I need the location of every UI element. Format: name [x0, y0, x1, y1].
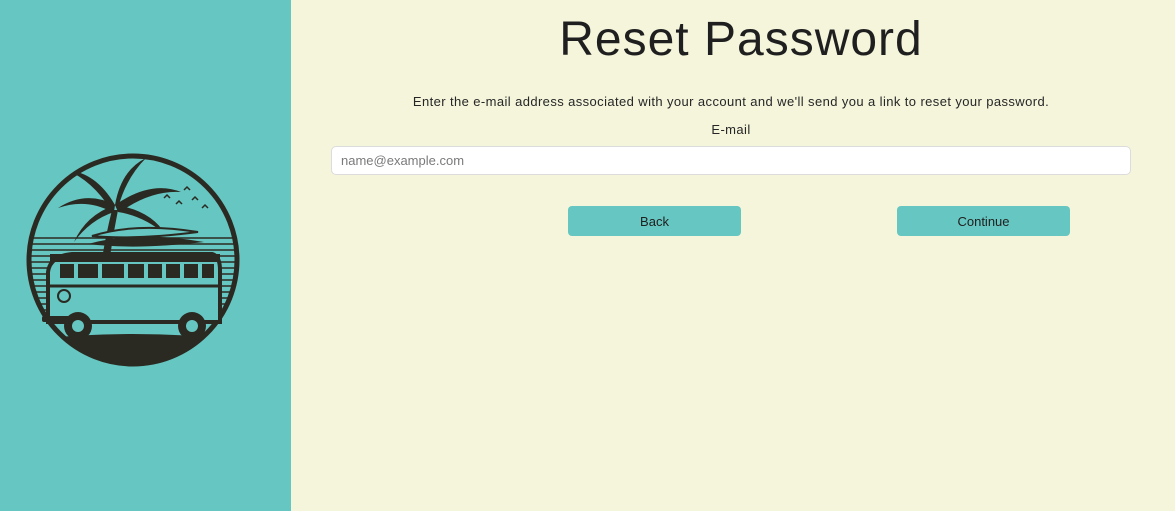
email-label: E-mail: [711, 122, 751, 137]
sidebar-panel: [0, 0, 291, 511]
instructions-text: Enter the e-mail address associated with…: [412, 94, 1050, 109]
email-field[interactable]: [331, 146, 1131, 175]
camper-van-palm-tree-icon: [26, 153, 240, 367]
continue-button[interactable]: Continue: [897, 206, 1070, 236]
page-title: Reset Password: [559, 13, 923, 66]
main-panel: Reset Password Enter the e-mail address …: [291, 0, 1175, 511]
back-button[interactable]: Back: [568, 206, 741, 236]
